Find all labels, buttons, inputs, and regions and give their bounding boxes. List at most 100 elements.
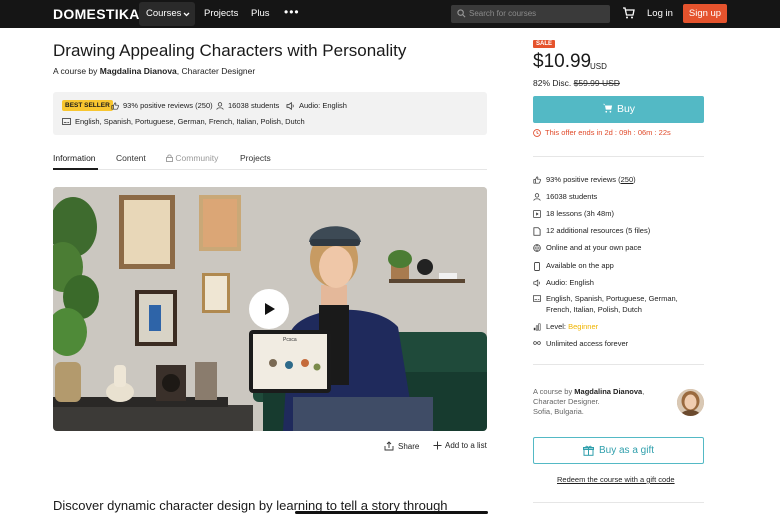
byline-prefix: A course by bbox=[53, 66, 98, 76]
globe-icon bbox=[533, 244, 541, 252]
buy-button[interactable]: Buy bbox=[533, 96, 704, 123]
gift-icon bbox=[582, 445, 594, 456]
share-icon bbox=[384, 441, 394, 451]
offer-text: This offer ends in 2d : 09h : 06m : 22s bbox=[545, 128, 671, 137]
cart-icon bbox=[602, 103, 613, 113]
tab-information[interactable]: Information bbox=[53, 153, 96, 163]
nav-projects-link[interactable]: Projects bbox=[204, 8, 238, 19]
feature-online: Online and at your own pace bbox=[533, 243, 641, 254]
feature-level-label: Level: bbox=[546, 322, 567, 331]
feature-languages-text: English, Spanish, Portuguese, German, Fr… bbox=[546, 294, 678, 314]
chevron-down-icon bbox=[183, 12, 190, 17]
level-bars-icon bbox=[533, 323, 541, 331]
file-icon bbox=[533, 227, 541, 236]
tab-projects[interactable]: Projects bbox=[240, 153, 271, 163]
feature-reviews-text: 93% positive reviews ( bbox=[546, 175, 621, 184]
gift-label: Buy as a gift bbox=[598, 445, 655, 456]
scroll-indicator bbox=[295, 511, 488, 514]
search-placeholder: Search for courses bbox=[469, 9, 537, 18]
signup-button[interactable]: Sign up bbox=[683, 4, 727, 23]
feature-lessons-text: 18 lessons (3h 48m) bbox=[546, 209, 614, 218]
more-menu-icon[interactable]: ••• bbox=[284, 5, 300, 19]
byline-author-link[interactable]: Magdalina Dianova bbox=[100, 66, 177, 76]
author-role: Character Designer. bbox=[533, 397, 600, 406]
reviews-count-link[interactable]: 250 bbox=[621, 175, 634, 184]
feature-reviews-suffix: ) bbox=[633, 175, 636, 184]
author-prefix: A course by bbox=[533, 387, 573, 396]
info-languages: English, Spanish, Portuguese, German, Fr… bbox=[62, 117, 305, 126]
tabs-divider bbox=[53, 169, 487, 170]
tab-content[interactable]: Content bbox=[116, 153, 146, 163]
course-title: Drawing Appealing Characters with Person… bbox=[53, 41, 407, 60]
tab-community[interactable]: Community bbox=[166, 153, 218, 163]
info-audio: Audio: English bbox=[286, 101, 347, 110]
infinity-icon bbox=[533, 341, 541, 345]
add-to-list-button[interactable]: Add to a list bbox=[433, 441, 487, 450]
tab-community-label: Community bbox=[175, 153, 219, 163]
redeem-gift-link[interactable]: Redeem the course with a gift code bbox=[557, 475, 675, 484]
author-location: Sofia, Bulgaria. bbox=[533, 407, 584, 416]
divider bbox=[533, 156, 704, 157]
nav-courses-button[interactable]: Courses bbox=[139, 2, 195, 26]
feature-app: Available on the app bbox=[533, 261, 614, 272]
clock-icon bbox=[533, 128, 541, 137]
discount-percent: 82% Disc. bbox=[533, 78, 572, 88]
byline-suffix: , Character Designer bbox=[176, 66, 256, 76]
cart-icon[interactable] bbox=[622, 7, 635, 19]
divider bbox=[533, 502, 704, 503]
domestika-logo[interactable]: DOMESTIKA bbox=[53, 6, 140, 22]
buy-label: Buy bbox=[616, 103, 636, 115]
feature-access-text: Unlimited access forever bbox=[546, 339, 629, 348]
old-price: $59.99 USD bbox=[573, 78, 620, 88]
feature-audio: Audio: English bbox=[533, 278, 594, 289]
feature-students: 16038 students bbox=[533, 192, 597, 203]
feature-resources: 12 additional resources (5 files) bbox=[533, 226, 650, 237]
search-input[interactable]: Search for courses bbox=[451, 5, 610, 23]
info-students-text: 16038 students bbox=[228, 101, 280, 110]
course-price: $10.99 bbox=[533, 51, 592, 72]
course-trailer-video[interactable]: Pcsca bbox=[53, 187, 487, 431]
play-button[interactable] bbox=[249, 289, 289, 329]
price-currency: USD bbox=[590, 62, 607, 71]
thumbs-up-icon bbox=[533, 176, 541, 184]
subtitles-icon bbox=[533, 295, 541, 302]
course-info-box: BEST SELLER 93% positive reviews (250) 1… bbox=[53, 92, 487, 135]
add-to-list-label: Add to a list bbox=[445, 441, 487, 450]
feature-lessons: 18 lessons (3h 48m) bbox=[533, 209, 614, 220]
tablet-text: Pcsca bbox=[283, 337, 297, 343]
nav-courses-label: Courses bbox=[146, 8, 182, 19]
sale-badge: SALE bbox=[533, 40, 556, 48]
feature-reviews: 93% positive reviews (250) bbox=[533, 175, 636, 186]
plus-icon bbox=[433, 441, 442, 450]
active-tab-indicator bbox=[53, 168, 98, 170]
video-lessons-icon bbox=[533, 210, 541, 218]
feature-app-text: Available on the app bbox=[546, 261, 614, 270]
share-button[interactable]: Share bbox=[384, 441, 419, 451]
speaker-icon bbox=[286, 101, 294, 110]
share-label: Share bbox=[398, 441, 420, 451]
best-seller-badge: BEST SELLER bbox=[62, 100, 113, 111]
feature-level-value: Beginner bbox=[568, 322, 599, 331]
author-avatar[interactable] bbox=[677, 389, 704, 416]
subtitles-icon bbox=[62, 118, 71, 125]
mobile-icon bbox=[534, 262, 540, 271]
feature-online-text: Online and at your own pace bbox=[546, 243, 642, 252]
user-icon bbox=[216, 101, 224, 110]
info-students: 16038 students bbox=[216, 101, 279, 110]
feature-languages: English, Spanish, Portuguese, German, Fr… bbox=[533, 294, 693, 315]
info-audio-text: Audio: English bbox=[299, 101, 347, 110]
offer-countdown: This offer ends in 2d : 09h : 06m : 22s bbox=[533, 128, 671, 137]
feature-students-text: 16038 students bbox=[546, 192, 598, 201]
user-icon bbox=[533, 193, 541, 201]
divider bbox=[533, 364, 704, 365]
author-name-link[interactable]: Magdalina Dianova bbox=[574, 387, 642, 396]
feature-access: Unlimited access forever bbox=[533, 339, 628, 350]
feature-audio-text: Audio: English bbox=[546, 278, 594, 287]
author-card: A course by Magdalina Dianova, Character… bbox=[533, 387, 644, 417]
author-comma: , bbox=[642, 387, 645, 396]
info-languages-text: English, Spanish, Portuguese, German, Fr… bbox=[75, 117, 305, 126]
lock-icon bbox=[166, 154, 173, 162]
nav-plus-link[interactable]: Plus bbox=[251, 8, 269, 19]
login-link[interactable]: Log in bbox=[647, 8, 673, 19]
buy-as-gift-button[interactable]: Buy as a gift bbox=[533, 437, 704, 464]
